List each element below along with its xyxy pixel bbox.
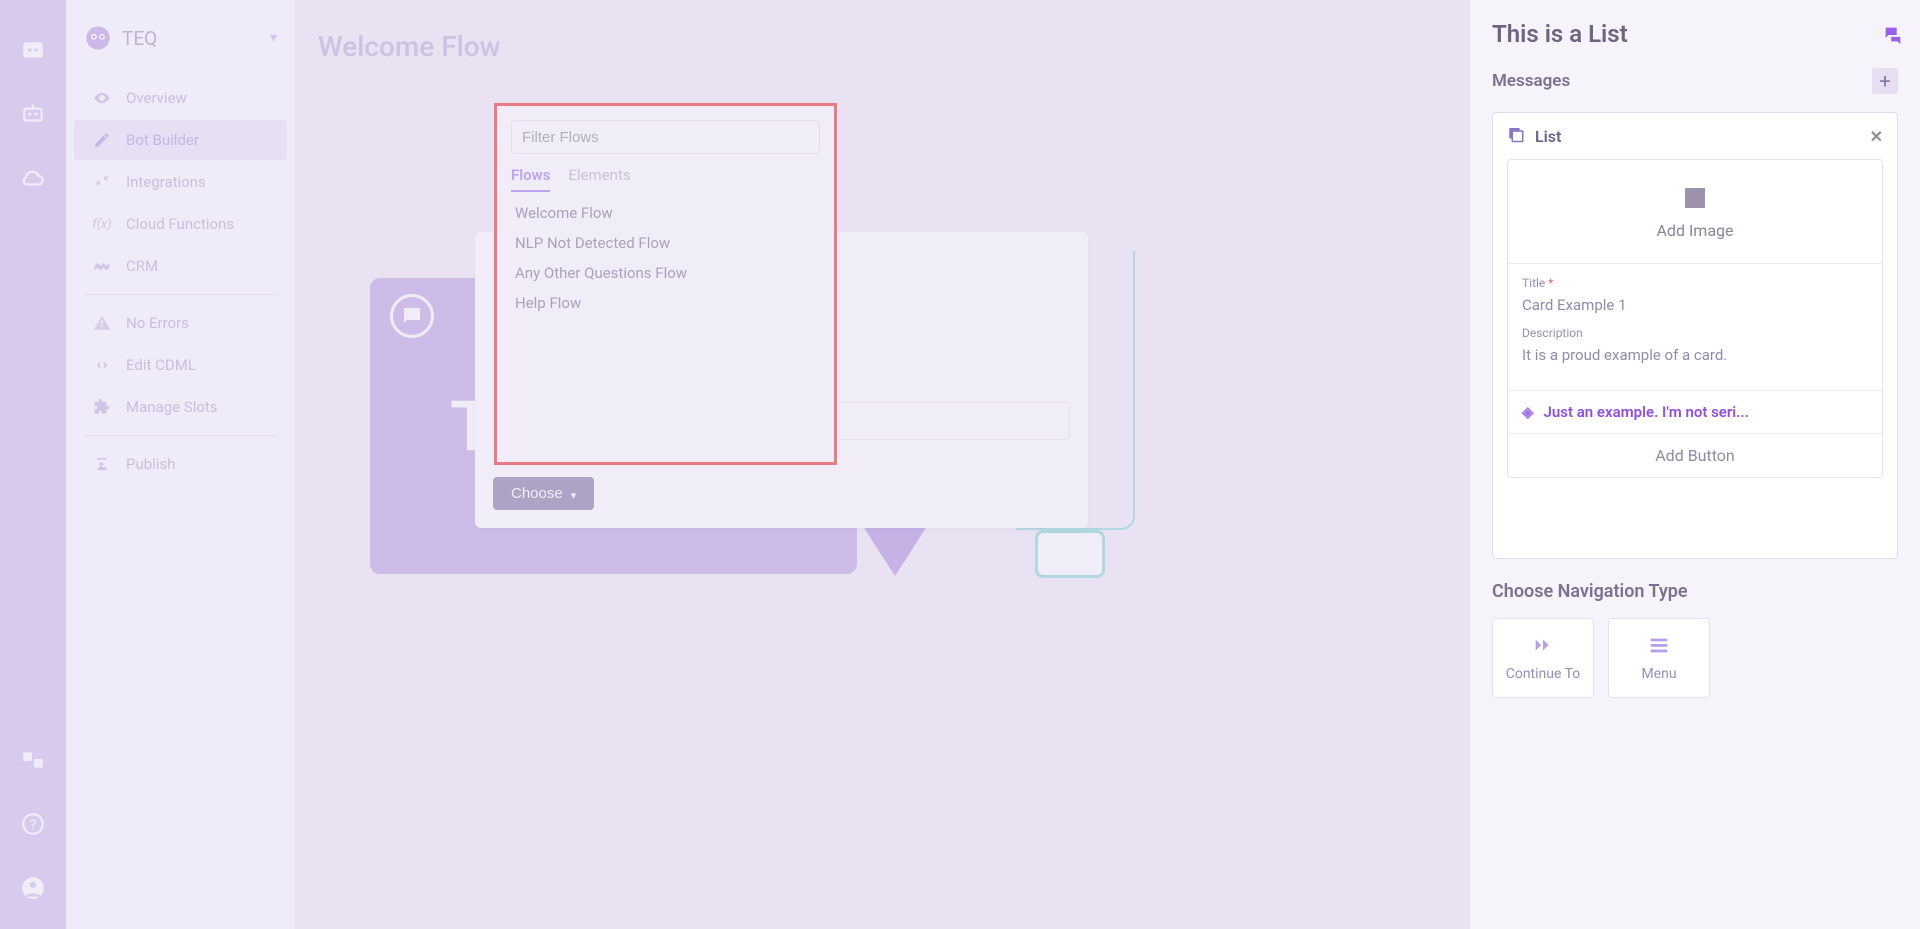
sidebar-item-no-errors[interactable]: No Errors xyxy=(74,303,287,343)
owl-icon xyxy=(84,24,112,52)
dropdown-tabs: Flows Elements xyxy=(511,166,820,192)
card-editor: Add Image Title * Card Example 1 Descrip… xyxy=(1507,159,1883,478)
logo-icon xyxy=(13,30,53,70)
image-icon xyxy=(1680,183,1710,213)
messages-heading: Messages xyxy=(1492,71,1570,91)
flow-picker-dropdown: Flows Elements Welcome Flow NLP Not Dete… xyxy=(494,103,837,465)
puzzle-icon xyxy=(92,397,112,417)
workspace-selector[interactable]: TEQ ▾ xyxy=(66,24,295,76)
code-icon xyxy=(92,355,112,375)
message-type-label: List xyxy=(1535,127,1561,146)
card-button-label: Just an example. I'm not seri... xyxy=(1544,403,1749,421)
svg-text:?: ? xyxy=(30,817,37,833)
nav-continue-label: Continue To xyxy=(1506,666,1581,682)
publish-icon xyxy=(92,454,112,474)
chat-bubble-icon xyxy=(390,294,434,338)
translate-icon[interactable] xyxy=(13,749,53,789)
sidebar-label: Cloud Functions xyxy=(126,215,234,233)
sidebar-item-publish[interactable]: Publish xyxy=(74,444,287,484)
warning-icon xyxy=(92,313,112,333)
stack-icon xyxy=(1507,125,1525,147)
caret-down-icon: ▾ xyxy=(270,30,277,46)
app-rail: ? xyxy=(0,0,66,929)
flow-option[interactable]: NLP Not Detected Flow xyxy=(511,228,820,258)
choose-button[interactable]: Choose ▾ xyxy=(493,477,594,510)
nav-menu-label: Menu xyxy=(1641,666,1676,682)
sidebar-item-cloud-functions[interactable]: f(x) Cloud Functions xyxy=(74,204,287,244)
nav-menu[interactable]: Menu xyxy=(1608,618,1710,698)
sidebar-separator xyxy=(84,435,277,436)
add-image-area[interactable]: Add Image xyxy=(1508,160,1882,264)
sidebar: TEQ ▾ Overview Bot Builder Integrations … xyxy=(66,0,296,929)
nav-type-heading: Choose Navigation Type xyxy=(1492,581,1898,602)
tab-flows[interactable]: Flows xyxy=(511,166,550,192)
bot-icon[interactable] xyxy=(13,94,53,134)
flow-option[interactable]: Any Other Questions Flow xyxy=(511,258,820,288)
next-node[interactable] xyxy=(1035,530,1105,578)
description-input[interactable]: It is a proud example of a card. xyxy=(1522,346,1868,364)
flow-option[interactable]: Help Flow xyxy=(511,288,820,318)
handshake-icon xyxy=(92,256,112,276)
sidebar-item-crm[interactable]: CRM xyxy=(74,246,287,286)
canvas[interactable]: Welcome Flow T Choose ▾ Flows Elements W… xyxy=(296,0,1469,929)
sidebar-item-overview[interactable]: Overview xyxy=(74,78,287,118)
sidebar-item-edit-cdml[interactable]: Edit CDML xyxy=(74,345,287,385)
add-button-row[interactable]: Add Button xyxy=(1508,433,1882,477)
account-icon[interactable] xyxy=(13,877,53,917)
menu-icon xyxy=(1645,634,1673,656)
sidebar-item-integrations[interactable]: Integrations xyxy=(74,162,287,202)
sidebar-item-bot-builder[interactable]: Bot Builder xyxy=(74,120,287,160)
flow-arrow-icon xyxy=(859,520,931,576)
flows-list[interactable]: Welcome Flow NLP Not Detected Flow Any O… xyxy=(511,198,820,438)
nav-continue-to[interactable]: Continue To xyxy=(1492,618,1594,698)
sidebar-label: No Errors xyxy=(126,314,189,332)
nav-options: Continue To Menu xyxy=(1492,618,1898,698)
title-label: Title * xyxy=(1522,276,1868,290)
eye-icon xyxy=(92,88,112,108)
add-message-button[interactable]: + xyxy=(1872,68,1898,94)
fx-icon: f(x) xyxy=(92,214,112,234)
choose-label: Choose xyxy=(511,485,563,502)
integrations-icon xyxy=(92,172,112,192)
comments-icon[interactable] xyxy=(1882,24,1904,50)
title-input[interactable]: Card Example 1 xyxy=(1522,296,1868,314)
card-button-item[interactable]: ◈ Just an example. I'm not seri... xyxy=(1508,390,1882,433)
help-icon[interactable]: ? xyxy=(13,813,53,853)
properties-panel: This is a List Messages + List ✕ Add Ima… xyxy=(1469,0,1920,929)
sidebar-label: Bot Builder xyxy=(126,131,199,149)
filter-flows-input[interactable] xyxy=(511,120,820,154)
pencil-icon xyxy=(92,130,112,150)
tab-elements[interactable]: Elements xyxy=(568,166,630,192)
workspace-name: TEQ xyxy=(122,27,157,50)
sidebar-label: Overview xyxy=(126,89,187,107)
cloud-icon[interactable] xyxy=(13,158,53,198)
sidebar-label: Integrations xyxy=(126,173,206,191)
sidebar-item-manage-slots[interactable]: Manage Slots xyxy=(74,387,287,427)
panel-title: This is a List xyxy=(1492,20,1898,48)
sidebar-label: CRM xyxy=(126,257,158,275)
add-image-label: Add Image xyxy=(1656,221,1733,240)
sidebar-label: Publish xyxy=(126,455,175,473)
sidebar-label: Manage Slots xyxy=(126,398,218,416)
continue-icon xyxy=(1529,634,1557,656)
close-icon[interactable]: ✕ xyxy=(1870,127,1883,146)
sidebar-separator xyxy=(84,294,277,295)
sidebar-label: Edit CDML xyxy=(126,356,196,374)
page-title: Welcome Flow xyxy=(318,30,500,63)
message-editor: List ✕ Add Image Title * Card Example 1 … xyxy=(1492,112,1898,559)
diamond-icon: ◈ xyxy=(1522,403,1534,421)
description-label: Description xyxy=(1522,326,1868,340)
caret-down-icon: ▾ xyxy=(571,489,577,502)
flow-option[interactable]: Welcome Flow xyxy=(511,198,820,228)
